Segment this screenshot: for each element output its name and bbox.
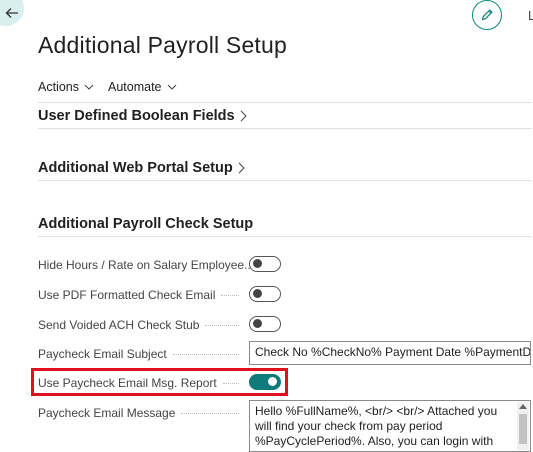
- edit-button[interactable]: [472, 0, 502, 30]
- field-row-voided-ach: Send Voided ACH Check Stub: [38, 318, 245, 332]
- field-label: Send Voided ACH Check Stub: [38, 318, 200, 332]
- leader-dots: [221, 294, 239, 296]
- section-title: Additional Payroll Check Setup: [38, 216, 254, 232]
- chevron-down-icon: [167, 84, 176, 90]
- automate-menu-label: Automate: [108, 80, 162, 94]
- highlight-box: [31, 368, 288, 396]
- email-subject-input[interactable]: Check No %CheckNo% Payment Date %Payment…: [249, 341, 531, 365]
- leader-dots: [205, 324, 239, 326]
- section-user-defined-boolean-fields[interactable]: User Defined Boolean Fields: [38, 102, 532, 129]
- section-additional-web-portal-setup[interactable]: Additional Web Portal Setup: [38, 160, 532, 181]
- field-label: Use PDF Formatted Check Email: [38, 288, 216, 302]
- chevron-down-icon: [84, 84, 94, 90]
- field-row-hide-hours: Hide Hours / Rate on Salary Employee...: [38, 258, 254, 272]
- cut-off-text: L: [528, 8, 533, 23]
- scroll-up-icon[interactable]: [519, 404, 527, 409]
- pencil-icon: [481, 9, 493, 21]
- arrow-left-icon: [5, 8, 18, 18]
- field-row-email-subject: Paycheck Email Subject: [38, 347, 245, 361]
- section-title: User Defined Boolean Fields: [38, 108, 235, 124]
- field-label: Hide Hours / Rate on Salary Employee...: [38, 258, 255, 272]
- page-title: Additional Payroll Setup: [38, 32, 288, 58]
- actions-menu-label: Actions: [38, 80, 79, 94]
- back-button[interactable]: [0, 0, 24, 26]
- field-row-pdf-check-email: Use PDF Formatted Check Email: [38, 288, 245, 302]
- field-label: Paycheck Email Message: [38, 406, 176, 420]
- pdf-check-email-toggle[interactable]: [249, 286, 281, 302]
- section-additional-payroll-check-setup[interactable]: Additional Payroll Check Setup: [38, 216, 532, 237]
- leader-dots: [181, 412, 239, 414]
- chevron-right-icon: [240, 110, 247, 122]
- voided-ach-toggle[interactable]: [249, 316, 281, 332]
- automate-menu[interactable]: Automate: [108, 80, 177, 94]
- field-row-email-message: Paycheck Email Message: [38, 406, 245, 420]
- section-title: Additional Web Portal Setup: [38, 160, 233, 176]
- email-message-text: Hello %FullName%, <br/> <br/> Attached y…: [255, 404, 498, 451]
- action-bar: Actions Automate: [38, 80, 177, 94]
- hide-hours-toggle[interactable]: [249, 256, 281, 272]
- scroll-thumb[interactable]: [519, 414, 527, 444]
- leader-dots: [172, 353, 239, 355]
- field-label: Paycheck Email Subject: [38, 347, 167, 361]
- chevron-right-icon: [238, 162, 245, 174]
- email-message-textarea[interactable]: Hello %FullName%, <br/> <br/> Attached y…: [249, 400, 531, 452]
- actions-menu[interactable]: Actions: [38, 80, 94, 94]
- scrollbar[interactable]: [517, 402, 529, 450]
